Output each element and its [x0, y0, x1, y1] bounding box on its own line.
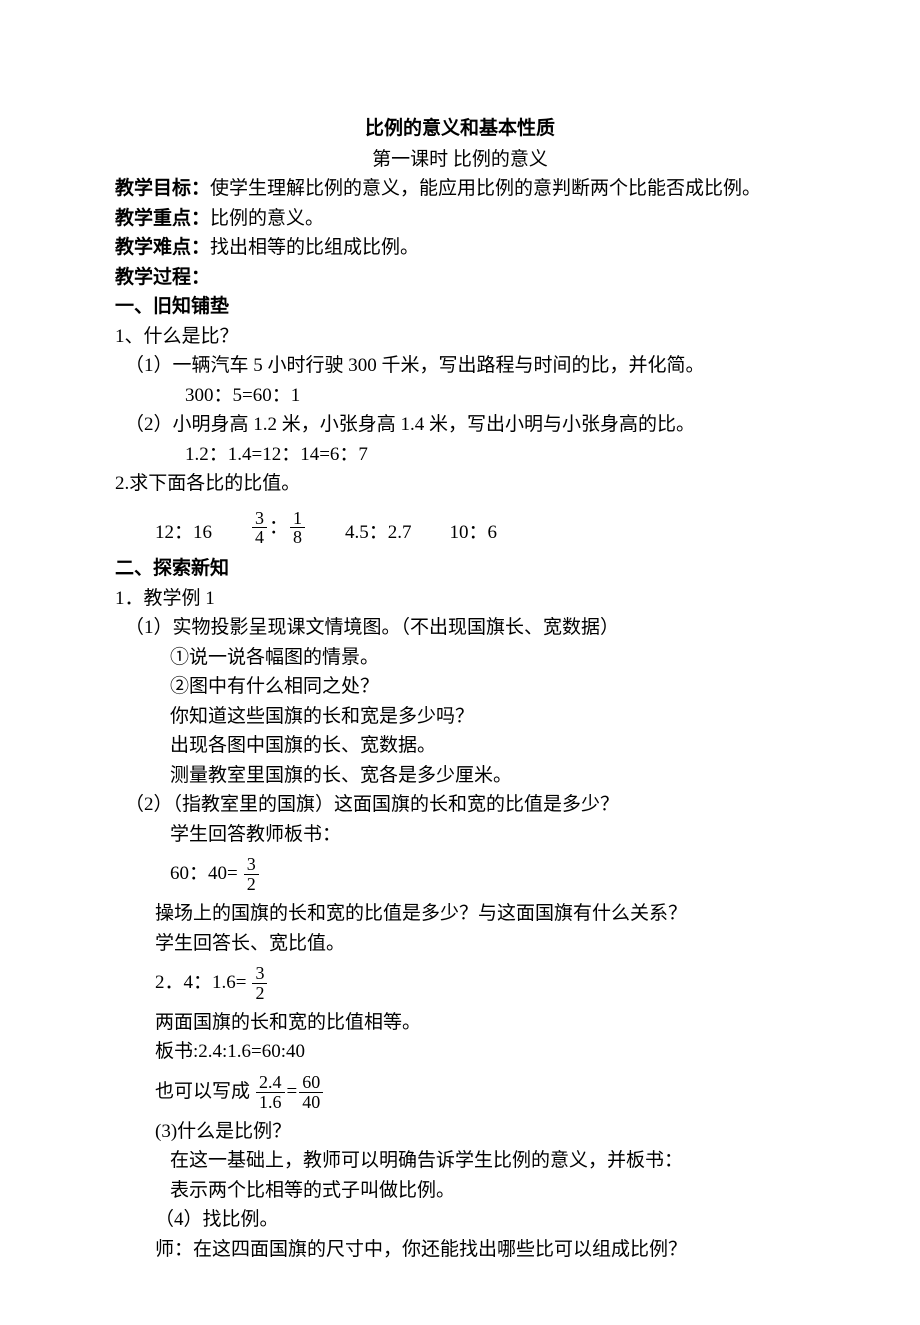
s2-1a-q2: 出现各图中国旗的长、宽数据。: [115, 732, 805, 761]
s2-1b-ans: 学生回答教师板书：: [115, 821, 805, 850]
ratio-2: 3 4 ： 1 8: [250, 509, 307, 548]
s1-q1b-eq: 1.2：1.4=12：14=6：7: [115, 441, 805, 470]
eq-60-40: 60：40= 3 2: [115, 855, 805, 894]
focus-text: 比例的意义。: [210, 208, 324, 229]
doc-subtitle: 第一课时 比例的意义: [115, 146, 805, 175]
eq3-a: 2.4 1.6: [256, 1073, 285, 1112]
s2-1a-ii: ②图中有什么相同之处？: [115, 673, 805, 702]
s2-4a: 师：在这四面国旗的尺寸中，你还能找出哪些比可以组成比例？: [115, 1236, 805, 1265]
eq3-b: 60 40: [299, 1073, 323, 1112]
s2-1a: （1）实物投影呈现课文情境图。（不出现国旗长、宽数据）: [115, 614, 805, 643]
s1-q2: 2.求下面各比的比值。: [115, 470, 805, 499]
s2-3b: 表示两个比相等的式子叫做比例。: [115, 1177, 805, 1206]
doc-title: 比例的意义和基本性质: [115, 115, 805, 144]
s2-3a: 在这一基础上，教师可以明确告诉学生比例的意义，并板书：: [115, 1147, 805, 1176]
s2-4: （4）找比例。: [115, 1206, 805, 1235]
document-page: 比例的意义和基本性质 第一课时 比例的意义 教学目标：使学生理解比例的意义，能应…: [0, 0, 920, 1325]
eq1-pre: 60：40=: [170, 860, 238, 889]
eq3-eq: =: [287, 1078, 298, 1107]
s2-eq-note: 两面国旗的长和宽的比值相等。: [115, 1009, 805, 1038]
eq2-pre: 2．4：1.6=: [155, 969, 246, 998]
s1-q1a: （1）一辆汽车 5 小时行驶 300 千米，写出路程与时间的比，并化简。: [115, 352, 805, 381]
s2-1a-q3: 测量教室里国旗的长、宽各是多少厘米。: [115, 762, 805, 791]
s2-3: (3)什么是比例？: [115, 1118, 805, 1147]
ratio-1: 12：16: [155, 519, 212, 548]
s2-1: 1．教学例 1: [115, 585, 805, 614]
goal-label: 教学目标：: [115, 178, 210, 199]
s2-1a-q1: 你知道这些国旗的长和宽是多少吗？: [115, 703, 805, 732]
eq-also: 也可以写成 2.4 1.6 = 60 40: [115, 1073, 805, 1112]
frac-3-4: 3 4: [252, 509, 267, 548]
s2-board: 板书:2.4:1.6=60:40: [115, 1038, 805, 1067]
diff-line: 教学难点：找出相等的比组成比例。: [115, 234, 805, 263]
s2-1a-i: ①说一说各幅图的情景。: [115, 644, 805, 673]
ratio-row: 12：16 3 4 ： 1 8 4.5：2.7 10：6: [115, 509, 805, 548]
frac-1-8: 1 8: [290, 509, 305, 548]
focus-label: 教学重点：: [115, 208, 210, 229]
s1-q1a-eq: 300：5=60：1: [115, 382, 805, 411]
diff-label: 教学难点：: [115, 237, 210, 258]
goal-line: 教学目标：使学生理解比例的意义，能应用比例的意判断两个比能否成比例。: [115, 175, 805, 204]
focus-line: 教学重点：比例的意义。: [115, 205, 805, 234]
s1-q1: 1、什么是比？: [115, 323, 805, 352]
diff-text: 找出相等的比组成比例。: [210, 237, 419, 258]
section1-heading: 一、旧知铺垫: [115, 293, 805, 322]
proc-label: 教学过程：: [115, 264, 805, 293]
colon: ：: [269, 514, 288, 543]
s2-also: 也可以写成: [155, 1078, 250, 1107]
eq-24-16: 2．4：1.6= 3 2: [115, 964, 805, 1003]
s2-1b: （2）（指教室里的国旗）这面国旗的长和宽的比值是多少？: [115, 791, 805, 820]
goal-text: 使学生理解比例的意义，能应用比例的意判断两个比能否成比例。: [210, 178, 761, 199]
s2-ans-op: 学生回答长、宽比值。: [115, 930, 805, 959]
eq1-frac: 3 2: [244, 855, 259, 894]
ratio-4: 10：6: [450, 519, 498, 548]
s1-q1b: （2）小明身高 1.2 米，小张身高 1.4 米，写出小明与小张身高的比。: [115, 411, 805, 440]
section2-heading: 二、探索新知: [115, 555, 805, 584]
eq2-frac: 3 2: [252, 964, 267, 1003]
s2-q-op: 操场上的国旗的长和宽的比值是多少？与这面国旗有什么关系？: [115, 900, 805, 929]
ratio-3: 4.5：2.7: [345, 519, 412, 548]
